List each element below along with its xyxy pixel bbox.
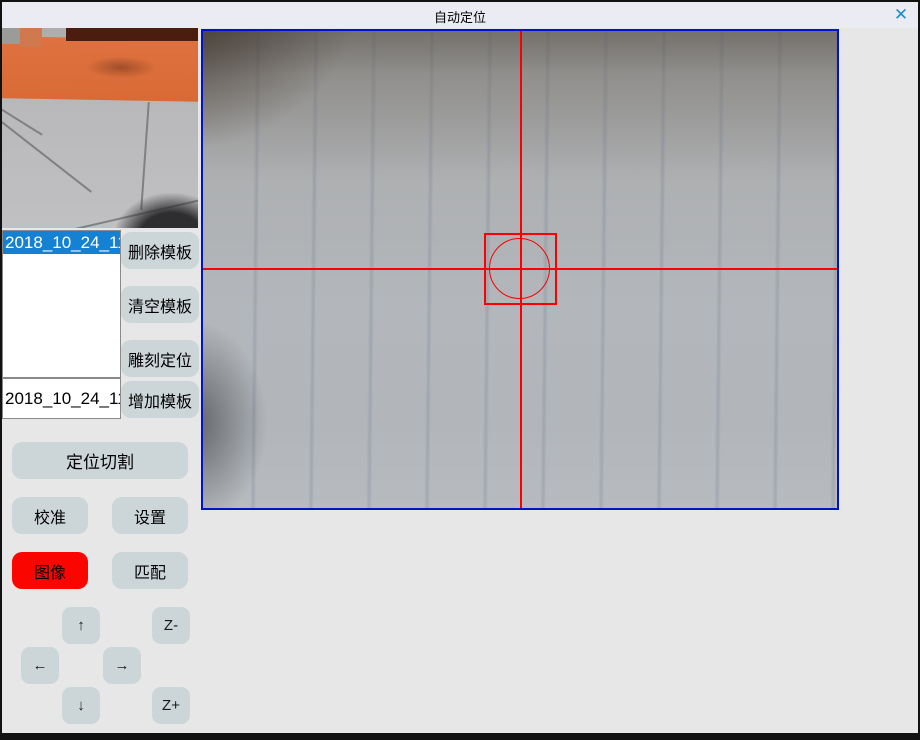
jog-left-button[interactable]: ←: [21, 647, 59, 684]
position-cut-button[interactable]: 定位切割: [12, 442, 188, 479]
template-thumbnail: [2, 28, 198, 228]
delete-template-button[interactable]: 删除模板: [121, 232, 199, 269]
close-icon[interactable]: ✕: [890, 5, 912, 25]
calibrate-button[interactable]: 校准: [12, 497, 88, 534]
title-bar: 自动定位 ✕: [2, 2, 918, 28]
jog-z-plus-button[interactable]: Z+: [152, 687, 190, 724]
template-list[interactable]: 2018_10_24_11: [2, 230, 121, 378]
target-circle: [489, 238, 550, 299]
settings-button[interactable]: 设置: [112, 497, 188, 534]
thumbnail-orange-patch: [20, 28, 42, 47]
template-name-field[interactable]: [2, 378, 121, 419]
dialog-client-area: 自动定位 ✕ 2018_10_24_11 删除模板 清空模板 雕刻定位 增加模板…: [2, 2, 918, 733]
template-list-item[interactable]: 2018_10_24_11: [3, 231, 120, 254]
jog-z-minus-button[interactable]: Z-: [152, 607, 190, 644]
image-button[interactable]: 图像: [12, 552, 88, 589]
thumbnail-dark-object: [114, 193, 198, 228]
add-template-button[interactable]: 增加模板: [121, 381, 199, 418]
jog-right-button[interactable]: →: [103, 647, 141, 684]
camera-view[interactable]: [201, 29, 839, 510]
jog-up-button[interactable]: ↑: [62, 607, 100, 644]
dialog-title: 自动定位: [2, 7, 918, 26]
thumbnail-gray-patch: [2, 28, 20, 44]
thumbnail-dark-strip: [66, 28, 198, 41]
match-button[interactable]: 匹配: [112, 552, 188, 589]
clear-template-button[interactable]: 清空模板: [121, 286, 199, 323]
dialog-window: 自动定位 ✕ 2018_10_24_11 删除模板 清空模板 雕刻定位 增加模板…: [0, 0, 920, 740]
jog-down-button[interactable]: ↓: [62, 687, 100, 724]
engrave-position-button[interactable]: 雕刻定位: [121, 340, 199, 377]
